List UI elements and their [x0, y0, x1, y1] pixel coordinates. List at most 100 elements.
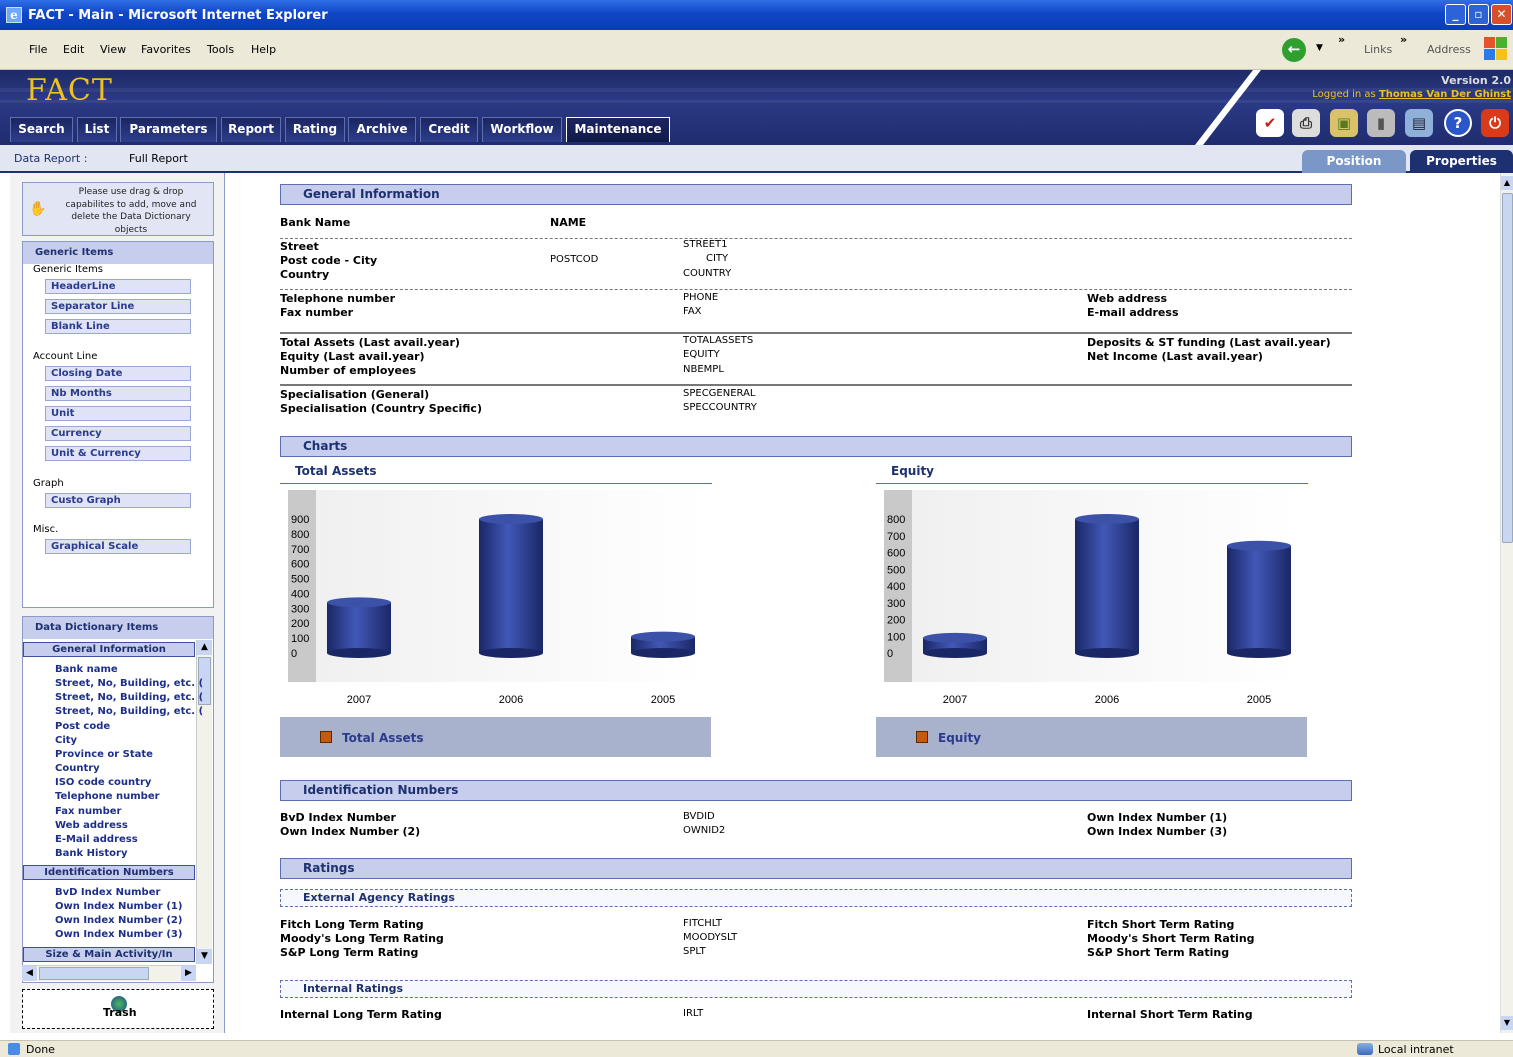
dd-section-identification-numbers[interactable]: Identification Numbers — [23, 865, 195, 880]
menu-file[interactable]: File — [29, 43, 47, 56]
chart-title-underline — [280, 483, 712, 484]
bank-name-label: Bank Name — [280, 216, 351, 229]
item-unit[interactable]: Unit — [45, 406, 191, 421]
address-label[interactable]: Address — [1427, 43, 1471, 56]
spec-country-value: SPECCOUNTRY — [683, 402, 757, 413]
menu-favorites[interactable]: Favorites — [141, 43, 191, 56]
section-charts[interactable]: Charts — [280, 436, 1352, 457]
dd-item-general[interactable]: Street, No, Building, etc. ( — [55, 678, 203, 689]
dd-item-general[interactable]: ISO code country — [55, 777, 151, 788]
dd-item-general[interactable]: Telephone number — [55, 791, 160, 802]
dd-item-general[interactable]: Street, No, Building, etc. ( — [55, 706, 203, 717]
menu-help[interactable]: Help — [251, 43, 276, 56]
chart-equity-legend: Equity — [876, 717, 1307, 757]
power-icon[interactable]: ⏻ — [1481, 109, 1509, 137]
dd-item-general[interactable]: Bank History — [55, 848, 127, 859]
hand-icon: ✋ — [29, 201, 47, 217]
dd-item-identification[interactable]: Own Index Number (3) — [55, 929, 182, 940]
links-chevron[interactable]: » — [1400, 33, 1407, 46]
moody-st-label: Moody's Short Term Rating — [1087, 932, 1255, 945]
tab-workflow[interactable]: Workflow — [482, 117, 562, 142]
tab-properties[interactable]: Properties — [1410, 150, 1513, 173]
scroll-right-icon[interactable]: ▶ — [181, 966, 196, 981]
tab-maintenance[interactable]: Maintenance — [566, 117, 670, 142]
dd-item-general[interactable]: City — [55, 735, 77, 746]
user-card-icon[interactable]: ▤ — [1405, 109, 1433, 137]
section-ratings[interactable]: Ratings — [280, 858, 1352, 879]
user-link[interactable]: Thomas Van Der Ghinst — [1379, 89, 1511, 100]
tab-position[interactable]: Position — [1302, 150, 1406, 173]
trash-drop-zone[interactable]: Trash — [22, 989, 214, 1029]
maximize-button[interactable]: ▫ — [1468, 4, 1489, 25]
item-closing-date[interactable]: Closing Date — [45, 366, 191, 381]
item-custo-graph[interactable]: Custo Graph — [45, 493, 191, 508]
app-version: Version 2.0 — [1441, 74, 1511, 87]
minimize-button[interactable]: _ — [1445, 4, 1466, 25]
print-icon[interactable]: ⎙ — [1292, 109, 1320, 137]
dd-item-identification[interactable]: Own Index Number (1) — [55, 901, 182, 912]
tab-credit[interactable]: Credit — [420, 117, 478, 142]
main-scroll-thumb[interactable] — [1502, 193, 1513, 543]
section-identification-numbers[interactable]: Identification Numbers — [280, 780, 1352, 801]
moody-lt-value: MOODYSLT — [683, 932, 738, 943]
item-unit-currency[interactable]: Unit & Currency — [45, 446, 191, 461]
dd-item-general[interactable]: E-Mail address — [55, 834, 138, 845]
employees-label: Number of employees — [280, 364, 417, 377]
dd-item-general[interactable]: Fax number — [55, 806, 121, 817]
item-separator-line[interactable]: Separator Line — [45, 299, 191, 314]
dd-item-general[interactable]: Web address — [55, 820, 128, 831]
back-dropdown-icon[interactable]: ▼ — [1316, 43, 1323, 53]
section-general-information[interactable]: General Information — [280, 184, 1352, 205]
links-label[interactable]: Links — [1364, 43, 1392, 56]
item-blank-line[interactable]: Blank Line — [45, 319, 191, 334]
main-vertical-scrollbar[interactable]: ▲ ▼ — [1500, 173, 1513, 1033]
dd-item-identification[interactable]: Own Index Number (2) — [55, 915, 182, 926]
help-icon[interactable]: ? — [1444, 109, 1472, 137]
dd-item-general[interactable]: Country — [55, 763, 100, 774]
item-nb-months[interactable]: Nb Months — [45, 386, 191, 401]
dd-section-size-activity[interactable]: Size & Main Activity/In — [23, 947, 195, 962]
tab-list[interactable]: List — [77, 117, 117, 142]
menu-edit[interactable]: Edit — [63, 43, 84, 56]
tab-parameters[interactable]: Parameters — [120, 117, 217, 142]
bank-name-value: NAME — [550, 216, 587, 229]
dd-item-identification[interactable]: BvD Index Number — [55, 887, 160, 898]
trash-can-icon[interactable]: ▮ — [1367, 109, 1395, 137]
checklist-icon[interactable]: ✔ — [1256, 109, 1284, 137]
bvd-index-label: BvD Index Number — [280, 811, 396, 824]
scroll-left-icon[interactable]: ◀ — [22, 966, 37, 981]
dd-item-general[interactable]: Street, No, Building, etc. ( — [55, 692, 203, 703]
dd-item-general[interactable]: Province or State — [55, 749, 153, 760]
dd-hscroll-thumb[interactable] — [39, 967, 149, 980]
main-scroll-down-icon[interactable]: ▼ — [1501, 1016, 1513, 1030]
close-button[interactable]: ✕ — [1491, 4, 1512, 25]
menu-tools[interactable]: Tools — [207, 43, 234, 56]
dd-item-general[interactable]: Post code — [55, 721, 110, 732]
equity-label: Equity (Last avail.year) — [280, 350, 425, 363]
tab-rating[interactable]: Rating — [285, 117, 345, 142]
tab-search[interactable]: Search — [10, 117, 73, 142]
toolbar-chevron[interactable]: » — [1338, 33, 1345, 46]
scroll-up-icon[interactable]: ▲ — [197, 640, 212, 655]
main-scroll-up-icon[interactable]: ▲ — [1501, 176, 1513, 190]
y-tick-label: 200 — [887, 615, 905, 627]
back-icon[interactable]: ← — [1282, 38, 1306, 62]
dd-item-general[interactable]: Bank name — [55, 664, 118, 675]
subsection-external-agency-ratings[interactable]: External Agency Ratings — [280, 889, 1352, 907]
y-tick-label: 700 — [887, 531, 905, 543]
dd-section-general-information[interactable]: General Information — [23, 642, 195, 657]
item-headerline[interactable]: HeaderLine — [45, 279, 191, 294]
page-status-icon — [8, 1043, 20, 1055]
scroll-down-icon[interactable]: ▼ — [197, 949, 212, 964]
subsection-internal-ratings[interactable]: Internal Ratings — [280, 980, 1352, 998]
chart-equity: 0 100 200 300 400 500 600 700 800 2007 2006 2005 — [887, 514, 1291, 706]
item-graphical-scale[interactable]: Graphical Scale — [45, 539, 191, 554]
dd-horizontal-scrollbar[interactable]: ◀ ▶ — [22, 965, 196, 981]
package-icon[interactable]: ▣ — [1330, 109, 1358, 137]
menu-view[interactable]: View — [100, 43, 126, 56]
tab-archive[interactable]: Archive — [348, 117, 416, 142]
separator-line — [280, 332, 1352, 334]
item-currency[interactable]: Currency — [45, 426, 191, 441]
tab-report[interactable]: Report — [221, 117, 281, 142]
y-tick-label: 400 — [291, 588, 309, 600]
